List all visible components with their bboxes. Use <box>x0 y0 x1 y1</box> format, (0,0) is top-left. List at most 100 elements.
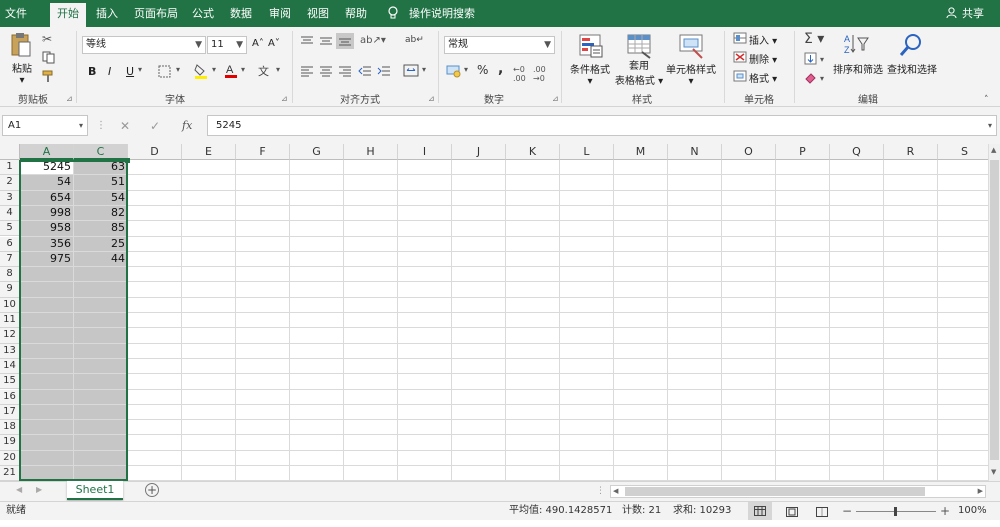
cell-styles-button[interactable]: 单元格样式 ▾ <box>664 61 718 87</box>
chevron-down-icon[interactable]: ▾ <box>138 65 142 74</box>
decrease-font-size-icon[interactable]: A˅ <box>268 38 280 49</box>
tab-insert[interactable]: 插入 <box>92 0 122 27</box>
font-name-select[interactable]: 等线 ▼ <box>82 36 206 54</box>
tab-data[interactable]: 数据 <box>226 0 256 27</box>
underline-button[interactable]: U <box>126 65 134 78</box>
font-launcher-icon[interactable]: ⊿ <box>281 94 288 103</box>
scrollbar-thumb[interactable] <box>990 160 999 460</box>
column-header-d[interactable]: D <box>128 144 182 160</box>
column-header-m[interactable]: M <box>614 144 668 160</box>
format-as-table-button[interactable]: 套用 表格格式 ▾ <box>614 57 664 87</box>
decrease-decimal-icon[interactable]: .00 →0 <box>533 65 546 83</box>
row-header[interactable]: 12 <box>0 328 20 344</box>
insert-cells-button[interactable]: 插入 ▾ <box>749 32 777 47</box>
increase-decimal-icon[interactable]: ←0.00 <box>513 65 526 83</box>
sort-filter-icon[interactable]: AZ <box>843 32 871 61</box>
column-header-r[interactable]: R <box>884 144 938 160</box>
insert-cells-icon[interactable] <box>733 32 747 47</box>
cut-icon[interactable]: ✂ <box>42 32 52 46</box>
zoom-out-icon[interactable]: − <box>842 502 852 520</box>
decrease-indent-icon[interactable] <box>358 65 372 80</box>
chevron-down-icon[interactable]: ▾ <box>241 65 245 74</box>
row-header[interactable]: 13 <box>0 343 20 359</box>
clear-icon[interactable]: ▾ <box>804 71 828 87</box>
row-header[interactable]: 10 <box>0 297 20 313</box>
tell-me-search[interactable]: 操作说明搜索 <box>406 0 478 27</box>
select-all-corner[interactable] <box>0 144 20 160</box>
column-header-j[interactable]: J <box>452 144 506 160</box>
number-launcher-icon[interactable]: ⊿ <box>552 94 559 103</box>
format-painter-icon[interactable] <box>42 70 56 86</box>
tab-file[interactable]: 文件 <box>0 0 32 27</box>
prev-sheet-icon[interactable]: ◀ <box>16 485 22 494</box>
add-sheet-icon[interactable]: + <box>145 483 159 497</box>
vertical-scrollbar[interactable]: ▲ ▼ <box>988 144 1000 481</box>
row-header[interactable]: 11 <box>0 313 20 329</box>
column-header-k[interactable]: K <box>506 144 560 160</box>
number-format-select[interactable]: 常规 ▼ <box>444 36 555 54</box>
paste-button[interactable]: 粘贴 ▾ <box>8 60 36 86</box>
share-button[interactable]: 共享 <box>960 0 986 27</box>
bold-button[interactable]: B <box>88 65 96 78</box>
column-header-c[interactable]: C <box>74 144 128 160</box>
sort-filter-button[interactable]: 排序和筛选 <box>830 61 886 76</box>
autosum-icon[interactable]: Σ ▾ <box>804 31 824 47</box>
tab-help[interactable]: 帮助 <box>341 0 371 27</box>
format-cells-icon[interactable] <box>733 70 747 85</box>
row-header[interactable]: 8 <box>0 267 20 283</box>
chevron-down-icon[interactable]: ▾ <box>422 65 426 74</box>
align-center-icon[interactable] <box>319 65 333 80</box>
row-header[interactable]: 20 <box>0 450 20 466</box>
horizontal-scrollbar[interactable]: ◀ ▶ <box>610 485 986 498</box>
next-sheet-icon[interactable]: ▶ <box>36 485 42 494</box>
phonetic-icon[interactable]: 文 <box>258 63 269 79</box>
row-header[interactable]: 15 <box>0 374 20 390</box>
paste-icon[interactable] <box>10 32 32 61</box>
alignment-launcher-icon[interactable]: ⊿ <box>428 94 435 103</box>
column-header-a[interactable]: A <box>20 144 74 160</box>
scroll-down-icon[interactable]: ▼ <box>991 468 996 476</box>
row-header[interactable]: 9 <box>0 282 20 298</box>
format-cells-button[interactable]: 格式 ▾ <box>749 70 777 85</box>
merge-center-icon[interactable] <box>403 64 419 80</box>
normal-view-icon[interactable] <box>748 502 772 520</box>
delete-cells-button[interactable]: 删除 ▾ <box>749 51 777 66</box>
zoom-in-icon[interactable]: + <box>940 502 950 520</box>
fill-icon[interactable]: ▾ <box>804 52 828 68</box>
border-icon[interactable] <box>158 65 171 81</box>
row-header[interactable]: 21 <box>0 466 20 481</box>
formula-input[interactable]: 5245 ▾ <box>207 115 997 136</box>
column-header-e[interactable]: E <box>182 144 236 160</box>
conditional-format-button[interactable]: 条件格式 ▾ <box>567 61 613 87</box>
row-header[interactable]: 17 <box>0 404 20 421</box>
collapse-ribbon-icon[interactable]: ˄ <box>984 95 989 105</box>
tab-splitter-icon[interactable]: ⋮ <box>596 486 605 496</box>
wrap-text-icon[interactable]: ab↵ <box>405 35 424 45</box>
align-bottom-icon[interactable] <box>336 33 354 49</box>
comma-style-button[interactable]: , <box>498 61 503 77</box>
cancel-entry-icon[interactable]: ✕ <box>120 119 130 133</box>
column-header-h[interactable]: H <box>344 144 398 160</box>
zoom-slider-thumb[interactable] <box>894 507 897 516</box>
scrollbar-thumb[interactable] <box>625 487 925 496</box>
row-header[interactable]: 7 <box>0 251 20 268</box>
tab-view[interactable]: 视图 <box>303 0 333 27</box>
font-color-icon[interactable]: A <box>224 62 238 81</box>
cell-styles-icon[interactable] <box>678 33 704 62</box>
chevron-down-icon[interactable]: ▾ <box>464 65 468 74</box>
insert-function-button[interactable]: fx <box>182 119 192 132</box>
align-left-icon[interactable] <box>300 65 314 80</box>
column-header-q[interactable]: Q <box>830 144 884 160</box>
align-right-icon[interactable] <box>338 65 352 80</box>
row-header[interactable]: 3 <box>0 190 20 206</box>
row-header[interactable]: 1 <box>0 160 20 176</box>
conditional-format-icon[interactable] <box>578 33 604 62</box>
row-header[interactable]: 14 <box>0 358 20 375</box>
worksheet-grid[interactable]: A C D E F G H I J K L M N O P Q R S 1 2 3 4 5 6 7 8 9 10 11 12 13 14 15 1… <box>0 144 988 481</box>
tab-review[interactable]: 审阅 <box>265 0 295 27</box>
italic-button[interactable]: I <box>108 65 111 78</box>
column-header-f[interactable]: F <box>236 144 290 160</box>
zoom-slider[interactable] <box>856 507 936 516</box>
find-select-button[interactable]: 查找和选择 <box>884 61 940 76</box>
scroll-left-icon[interactable]: ◀ <box>613 487 618 495</box>
